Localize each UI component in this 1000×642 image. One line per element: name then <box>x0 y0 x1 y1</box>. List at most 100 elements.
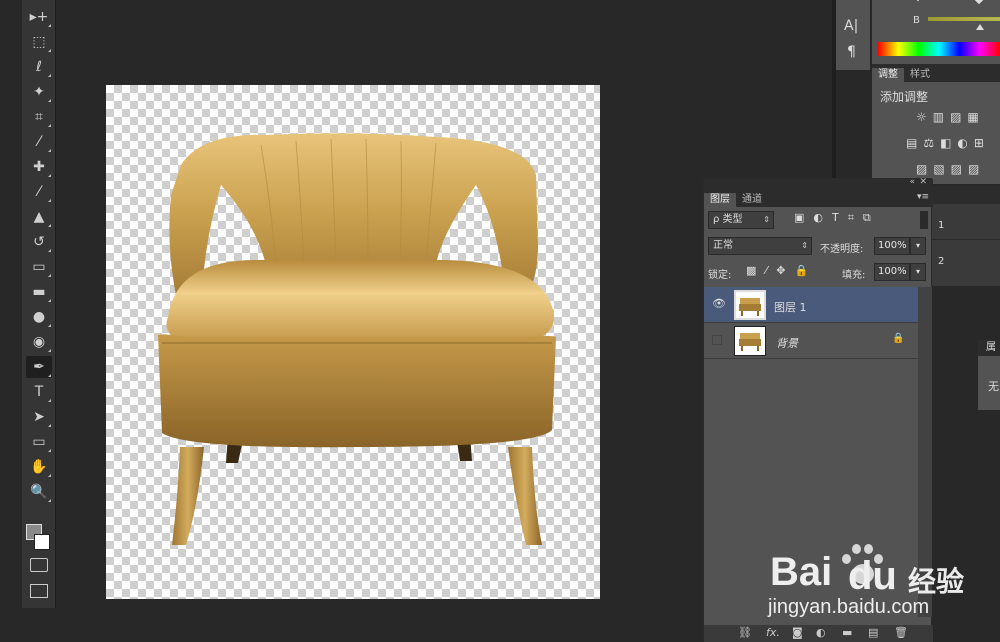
eraser-tool[interactable]: ▭ <box>26 256 52 278</box>
quick-mask-icon[interactable] <box>30 558 48 572</box>
rectangle-icon: ▭ <box>32 434 46 450</box>
fill-input[interactable]: 100% <box>874 263 910 281</box>
history-item-1[interactable]: 1 <box>938 220 944 231</box>
paragraph-icon[interactable]: ¶ <box>847 44 856 60</box>
marquee-tool[interactable]: ⬚ <box>26 31 52 53</box>
chevron-down-icon: ⇕ <box>801 241 808 250</box>
filter-type-dropdown[interactable]: ρ 类型 ⇕ <box>708 211 774 229</box>
stamp-tool[interactable]: ▲ <box>26 206 52 228</box>
history-brush-icon: ↺ <box>33 234 45 250</box>
blur-icon: ● <box>32 309 46 325</box>
flyout-indicator <box>48 449 51 452</box>
blend-mode-dropdown[interactable]: 正常 ⇕ <box>708 237 812 255</box>
tab-styles[interactable]: 样式 <box>904 68 936 82</box>
hand-tool[interactable]: ✋ <box>26 456 52 478</box>
brush-tool[interactable]: ⁄ <box>26 181 52 203</box>
lock-label: 锁定: <box>708 270 732 281</box>
trash-icon[interactable]: 🗑 <box>894 626 908 639</box>
tab-layers[interactable]: 图层 <box>704 193 736 207</box>
history-header <box>932 186 1000 204</box>
rectangle-tool[interactable]: ▭ <box>26 431 52 453</box>
channel-b-slider[interactable] <box>928 17 1000 21</box>
flyout-indicator <box>48 174 51 177</box>
history-item-2[interactable]: 2 <box>938 256 944 267</box>
baidu-watermark: Bai du 经验 jingyan.baidu.com <box>764 530 996 626</box>
type-tool[interactable]: T <box>26 381 52 403</box>
history-brush-tool[interactable]: ↺ <box>26 231 52 253</box>
close-icon[interactable]: ✕ <box>919 177 927 187</box>
opacity-label: 不透明度: <box>820 244 864 255</box>
fx-icon[interactable]: fx. <box>766 626 780 639</box>
adjustment-row-1[interactable]: ☼▥▨▦ <box>916 110 985 124</box>
visibility-toggle[interactable] <box>712 335 722 345</box>
dodge-tool[interactable]: ◉ <box>26 331 52 353</box>
flyout-indicator <box>48 199 51 202</box>
flyout-indicator <box>48 99 51 102</box>
marquee-icon: ⬚ <box>32 34 46 50</box>
adjustment-row-2[interactable]: ▤⚖◧◐⊞ <box>906 136 990 150</box>
lock-icon: 🔒 <box>892 333 905 344</box>
background-color[interactable] <box>34 534 50 550</box>
properties-value: 无 <box>988 380 999 393</box>
eyedropper-tool[interactable]: ⁄ <box>26 131 52 153</box>
flyout-indicator <box>48 474 51 477</box>
move-tool[interactable]: ▸+ <box>26 6 52 28</box>
type-icon: T <box>34 384 44 400</box>
zoom-tool[interactable]: 🔍 <box>26 481 52 503</box>
fill-dropdown-button[interactable]: ▾ <box>910 263 926 281</box>
filter-icons[interactable]: ▣◐T⌗⧉ <box>794 211 880 225</box>
opacity-dropdown-button[interactable]: ▾ <box>910 237 926 255</box>
adjustment-row-3[interactable]: ▨▧▨▨ <box>916 162 985 176</box>
flyout-indicator <box>48 224 51 227</box>
folder-icon[interactable]: ▬ <box>842 626 852 639</box>
path-select-tool[interactable]: ➤ <box>26 406 52 428</box>
slider-b-handle[interactable] <box>976 24 984 30</box>
panel-divider <box>832 0 836 190</box>
gradient-tool[interactable]: ▬ <box>26 281 52 303</box>
tools-panel: ▸+ ⬚ ℓ ✦ ⌗ ⁄ ✚ ⁄ ▲ ↺ ▭ ▬ ● ◉ ✒ T ➤ ▭ ✋ 🔍 <box>22 0 56 608</box>
layer-row[interactable]: 背景 🔒 <box>704 323 918 359</box>
collapse-icon[interactable]: « <box>909 177 915 187</box>
tab-channels[interactable]: 通道 <box>736 193 768 207</box>
color-spectrum[interactable] <box>878 42 1000 56</box>
color-swatches[interactable] <box>26 508 52 550</box>
watermark-suffix: 经验 <box>908 565 965 598</box>
new-layer-icon[interactable]: ▤ <box>868 626 878 639</box>
character-icon[interactable]: A| <box>844 18 858 34</box>
filter-toggle[interactable] <box>920 211 928 229</box>
opacity-input[interactable]: 100% <box>874 237 910 255</box>
slider-handle-g[interactable] <box>913 0 923 2</box>
healing-tool[interactable]: ✚ <box>26 156 52 178</box>
flyout-indicator <box>48 349 51 352</box>
slider-handle-g2[interactable] <box>974 0 984 5</box>
blur-tool[interactable]: ● <box>26 306 52 328</box>
properties-tab[interactable]: 属 <box>978 340 1000 356</box>
tab-adjustments[interactable]: 调整 <box>872 68 904 82</box>
layer-row[interactable]: 👁 图层 1 <box>704 287 918 323</box>
flyout-indicator <box>48 124 51 127</box>
flyout-indicator <box>48 299 51 302</box>
flyout-indicator <box>48 149 51 152</box>
layer-name[interactable]: 背景 <box>776 335 798 351</box>
mask-icon[interactable]: ◙ <box>792 626 803 639</box>
flyout-indicator <box>48 374 51 377</box>
link-icon[interactable]: ⛓ <box>738 626 752 639</box>
adjustment-icon[interactable]: ◐ <box>816 626 826 639</box>
layer-name[interactable]: 图层 1 <box>774 299 807 315</box>
crop-icon: ⌗ <box>35 109 43 125</box>
blend-mode-value: 正常 <box>713 240 733 251</box>
panel-menu-icon[interactable]: ▾≡ <box>917 192 929 202</box>
eyedropper-icon: ⁄ <box>37 134 41 150</box>
eye-icon[interactable]: 👁 <box>712 297 726 310</box>
document-canvas[interactable] <box>106 85 600 599</box>
lasso-tool[interactable]: ℓ <box>26 56 52 78</box>
screen-mode-icon[interactable] <box>30 584 48 598</box>
history-panel: 1 2 <box>932 186 1000 286</box>
properties-panel: 属 无 <box>978 340 1000 410</box>
layers-footer: ⛓ fx. ◙ ◐ ▬ ▤ 🗑 <box>704 625 933 642</box>
pen-tool[interactable]: ✒ <box>26 356 52 378</box>
crop-tool[interactable]: ⌗ <box>26 106 52 128</box>
lock-icons[interactable]: ▩⁄✥🔒 <box>746 264 817 277</box>
watermark-brand-2: du <box>848 554 897 598</box>
magic-wand-tool[interactable]: ✦ <box>26 81 52 103</box>
